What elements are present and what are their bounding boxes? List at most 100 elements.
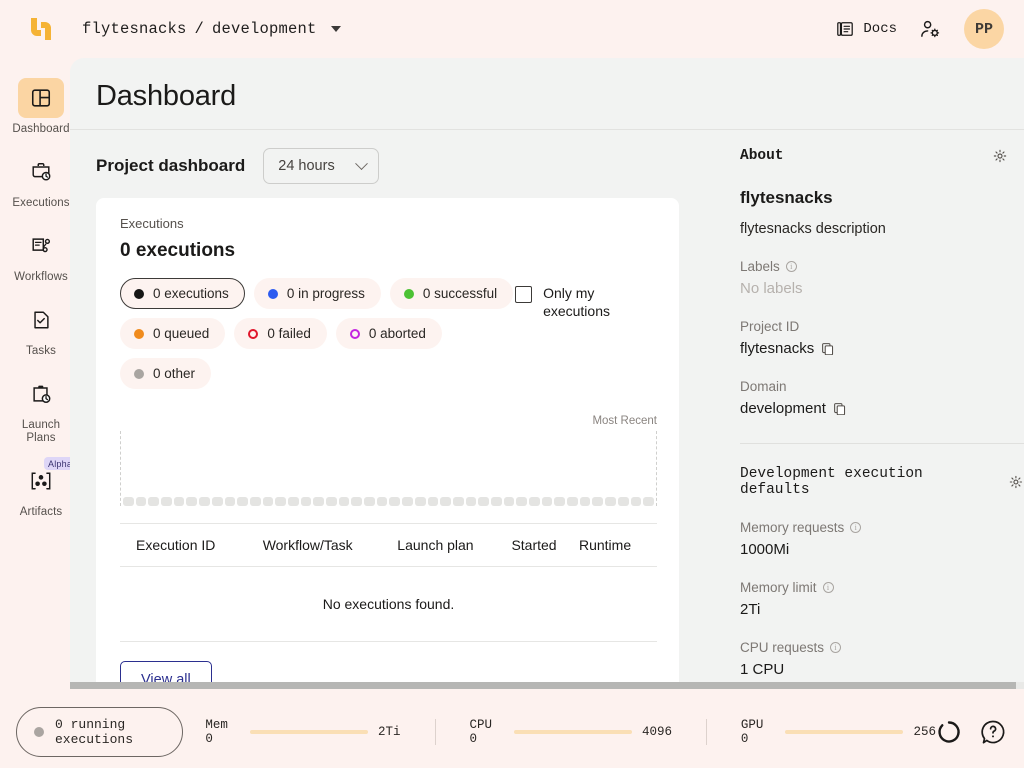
chart-bar-placeholder bbox=[199, 497, 210, 506]
status-chip-label: 0 failed bbox=[267, 326, 311, 341]
horizontal-scrollbar[interactable] bbox=[70, 682, 1024, 689]
meter-max: 256 bbox=[913, 725, 936, 739]
chart-bar-placeholder bbox=[643, 497, 654, 506]
table-column-header: Launch plan bbox=[397, 524, 511, 567]
sidebar-label: Launch Plans bbox=[22, 419, 60, 445]
time-range-value: 24 hours bbox=[278, 158, 334, 174]
avatar[interactable]: PP bbox=[964, 9, 1004, 49]
breadcrumb[interactable]: flytesnacks / development bbox=[82, 20, 341, 38]
chart-bar-placeholder bbox=[580, 497, 591, 506]
top-bar-actions: Docs PP bbox=[836, 9, 1024, 49]
chart-bar-placeholder bbox=[592, 497, 603, 506]
status-chip[interactable]: 0 queued bbox=[120, 318, 225, 349]
default-field-label-text: Memory limit bbox=[740, 580, 817, 595]
status-chip-label: 0 aborted bbox=[369, 326, 426, 341]
domain-value: development bbox=[740, 400, 1024, 417]
defaults-title: Development execution defaults bbox=[740, 466, 998, 498]
user-gear-icon[interactable] bbox=[919, 18, 942, 41]
status-separator bbox=[435, 719, 436, 745]
running-executions-pill[interactable]: 0 running executions bbox=[16, 707, 183, 757]
default-field-value: 1000Mi bbox=[740, 541, 1024, 558]
chart-bar-placeholder bbox=[542, 497, 553, 506]
card-eyebrow: Executions bbox=[120, 216, 657, 231]
briefcase-clock-icon bbox=[30, 161, 52, 183]
meter-bar bbox=[514, 730, 632, 734]
project-id-field-label: Project ID bbox=[740, 319, 1024, 334]
chart-baseline bbox=[123, 497, 654, 506]
dashboard-icon bbox=[30, 87, 52, 109]
sidebar-icon-box bbox=[18, 226, 64, 266]
help-circle-icon[interactable] bbox=[980, 719, 1006, 745]
status-dot-icon bbox=[268, 289, 278, 299]
about-title: About bbox=[740, 148, 784, 164]
meter-name: GPU 0 bbox=[741, 718, 775, 746]
sidebar-label: Workflows bbox=[14, 271, 68, 284]
chevron-down-icon bbox=[355, 157, 368, 170]
default-field-label: Memory requestsi bbox=[740, 520, 1024, 535]
avatar-initials: PP bbox=[975, 21, 993, 38]
chart-bar-placeholder bbox=[415, 497, 426, 506]
status-chip[interactable]: 0 other bbox=[120, 358, 211, 389]
default-field-label-text: CPU requests bbox=[740, 640, 824, 655]
gear-icon[interactable] bbox=[1008, 474, 1024, 490]
resource-meter: GPU 0 256 bbox=[741, 718, 936, 746]
copy-icon[interactable] bbox=[833, 402, 846, 415]
default-field-value: 1 CPU bbox=[740, 661, 1024, 678]
sidebar-icon-box bbox=[18, 300, 64, 340]
meter-name: CPU 0 bbox=[469, 718, 503, 746]
artifacts-icon bbox=[29, 470, 53, 492]
default-field-label: CPU requests i bbox=[740, 640, 1024, 655]
status-chip[interactable]: 0 aborted bbox=[336, 318, 442, 349]
sidebar-label: Artifacts bbox=[20, 506, 62, 519]
gear-icon[interactable] bbox=[992, 148, 1008, 164]
checkbox-icon[interactable] bbox=[515, 286, 532, 303]
status-filter-chips: 0 executions 0 in progress 0 successful 0 q… bbox=[120, 278, 515, 389]
scrollbar-thumb[interactable] bbox=[70, 682, 1016, 689]
chart-bar-placeholder bbox=[313, 497, 324, 506]
content-panel: Dashboard Project dashboard 24 hours Exe… bbox=[70, 58, 1024, 688]
chart-bar-placeholder bbox=[504, 497, 515, 506]
status-chip-label: 0 successful bbox=[423, 286, 497, 301]
chart-bar-placeholder bbox=[148, 497, 159, 506]
chart-bar-placeholder bbox=[174, 497, 185, 506]
chart-bar-placeholder bbox=[440, 497, 451, 506]
chart-bar-placeholder bbox=[339, 497, 350, 506]
app-root: flytesnacks / development Docs PP bbox=[0, 0, 1024, 768]
only-my-executions-toggle[interactable]: Only my executions bbox=[515, 278, 657, 389]
chart-bar-placeholder bbox=[250, 497, 261, 506]
chart-bar-placeholder bbox=[364, 497, 375, 506]
workflow-icon bbox=[30, 235, 52, 257]
project-name: flytesnacks bbox=[740, 188, 1024, 208]
meter-max: 4096 bbox=[642, 725, 672, 739]
meter-max: 2Ti bbox=[378, 725, 401, 739]
refresh-spinner-icon[interactable] bbox=[936, 719, 962, 745]
defaults-fields: Memory requestsi1000MiMemory limiti2TiCP… bbox=[740, 520, 1024, 678]
chart-bar-placeholder bbox=[529, 497, 540, 506]
logo-wrap[interactable] bbox=[0, 12, 82, 46]
chart-bar-placeholder bbox=[466, 497, 477, 506]
docs-label: Docs bbox=[863, 21, 897, 37]
copy-icon[interactable] bbox=[821, 342, 834, 355]
info-icon[interactable]: i bbox=[830, 642, 841, 653]
status-dot-icon bbox=[134, 329, 144, 339]
status-chip[interactable]: 0 in progress bbox=[254, 278, 381, 309]
status-dot-icon bbox=[34, 727, 44, 737]
content-body: Project dashboard 24 hours Executions 0 … bbox=[70, 130, 1024, 688]
resource-meters: Mem 02Ti CPU 0 4096 GPU 0 256 bbox=[205, 718, 936, 746]
breadcrumb-domain: development bbox=[212, 20, 317, 38]
status-dot-icon bbox=[134, 369, 144, 379]
info-icon[interactable]: i bbox=[850, 522, 861, 533]
chevron-down-icon[interactable] bbox=[331, 26, 341, 32]
info-icon[interactable]: i bbox=[786, 261, 797, 272]
status-chip[interactable]: 0 executions bbox=[120, 278, 245, 309]
info-icon[interactable]: i bbox=[823, 582, 834, 593]
docs-link[interactable]: Docs bbox=[836, 20, 897, 38]
resource-meter: Mem 02Ti bbox=[205, 718, 400, 746]
status-chip[interactable]: 0 successful bbox=[390, 278, 513, 309]
chart-bar-placeholder bbox=[212, 497, 223, 506]
domain-text: development bbox=[740, 400, 826, 417]
time-range-select[interactable]: 24 hours bbox=[263, 148, 378, 184]
status-chip[interactable]: 0 failed bbox=[234, 318, 327, 349]
defaults-header: Development execution defaults bbox=[740, 466, 1024, 498]
chart-bar-placeholder bbox=[351, 497, 362, 506]
